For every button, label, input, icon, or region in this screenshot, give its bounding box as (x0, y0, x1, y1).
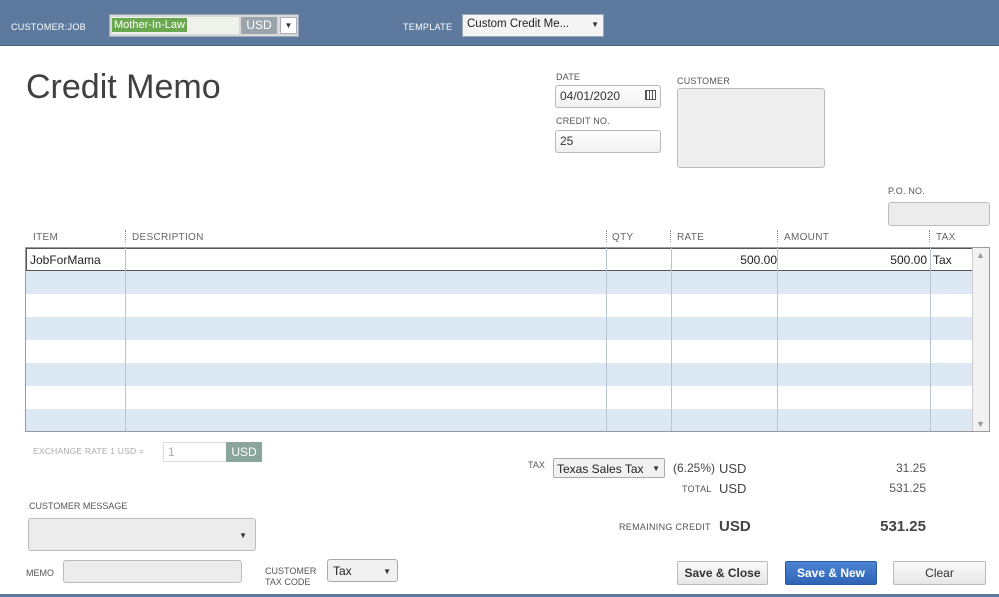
column-divider (671, 248, 672, 431)
column-divider (606, 248, 607, 431)
customer-message-label: CUSTOMER MESSAGE (29, 501, 128, 511)
customer-message-dropdown[interactable]: ▼ (28, 518, 256, 551)
tax-amount: 31.25 (895, 461, 926, 475)
column-separator[interactable] (125, 230, 126, 242)
table-row[interactable] (26, 363, 973, 386)
memo-label: MEMO (26, 568, 54, 578)
column-separator[interactable] (929, 230, 930, 242)
tax-currency: USD (719, 461, 747, 476)
currency-badge: USD (241, 17, 277, 34)
column-separator[interactable] (606, 230, 607, 242)
column-divider (930, 248, 931, 431)
column-header-amount[interactable]: AMOUNT (784, 232, 829, 243)
remaining-credit-amount: 531.25 (880, 518, 926, 535)
credit-no-label: CREDIT NO. (556, 116, 610, 126)
template-value: Custom Credit Me... (467, 18, 570, 30)
customer-job-value[interactable]: Mother-In-Law (112, 17, 239, 34)
remaining-currency: USD (719, 518, 751, 535)
column-header-tax[interactable]: TAX (936, 232, 956, 243)
page-title: Credit Memo (26, 68, 221, 106)
table-row[interactable] (26, 271, 973, 294)
column-header-rate[interactable]: RATE (677, 232, 704, 243)
tax-item-value: Texas Sales Tax (557, 462, 644, 476)
total-amount: 531.25 (889, 481, 926, 495)
chevron-down-icon[interactable]: ▼ (383, 567, 391, 576)
tax-item-dropdown[interactable]: Texas Sales Tax ▼ (553, 458, 665, 478)
date-field[interactable]: 04/01/2020 (555, 85, 661, 108)
credit-no-field[interactable]: 25 (555, 130, 661, 153)
scroll-down-icon[interactable]: ▼ (976, 419, 985, 429)
table-row[interactable] (26, 386, 973, 409)
line-items-table: JobForMama 500.00 500.00 Tax ▲ ▼ (25, 247, 990, 432)
exchange-rate-label: EXCHANGE RATE 1 USD = (33, 446, 145, 456)
column-header-qty[interactable]: QTY (612, 232, 633, 243)
table-row[interactable] (26, 340, 973, 363)
column-header-item[interactable]: ITEM (33, 232, 58, 243)
chevron-down-icon[interactable]: ▼ (280, 17, 297, 34)
top-toolbar: CUSTOMER:JOB Mother-In-Law USD ▼ TEMPLAT… (0, 0, 999, 46)
cell-rate[interactable]: 500.00 (607, 253, 777, 267)
customer-label: CUSTOMER (677, 76, 730, 86)
date-label: DATE (556, 72, 581, 82)
table-row[interactable] (26, 294, 973, 317)
table-row[interactable] (26, 409, 973, 431)
tax-label: TAX (528, 460, 545, 470)
table-row[interactable] (26, 317, 973, 340)
tax-rate: (6.25%) (673, 461, 716, 475)
customer-job-dropdown[interactable]: Mother-In-Law USD ▼ (109, 14, 299, 37)
column-divider (777, 248, 778, 431)
total-currency: USD (719, 481, 747, 496)
template-dropdown[interactable]: Custom Credit Me... ▼ (462, 14, 604, 37)
customer-job-label: CUSTOMER:JOB (11, 22, 86, 32)
scroll-up-icon[interactable]: ▲ (976, 250, 985, 260)
cell-item[interactable]: JobForMama (30, 253, 101, 267)
column-header-description[interactable]: DESCRIPTION (132, 232, 204, 243)
remaining-credit-label: REMAINING CREDIT (619, 522, 711, 532)
clear-button[interactable]: Clear (893, 561, 986, 585)
total-label: TOTAL (682, 484, 712, 494)
chevron-down-icon[interactable]: ▼ (591, 20, 599, 29)
cell-amount[interactable]: 500.00 (779, 253, 927, 267)
chevron-down-icon[interactable]: ▼ (652, 464, 660, 473)
customer-tax-code-value: Tax (333, 564, 352, 578)
customer-tax-code-label: CUSTOMER TAX CODE (265, 566, 317, 587)
memo-field[interactable] (63, 560, 242, 583)
column-separator[interactable] (670, 230, 671, 242)
table-row[interactable]: JobForMama 500.00 500.00 Tax (26, 248, 973, 271)
customer-address-box[interactable] (677, 88, 825, 168)
save-new-button[interactable]: Save & New (785, 561, 877, 585)
po-label: P.O. NO. (888, 186, 925, 196)
calendar-icon[interactable] (645, 90, 656, 100)
exchange-rate-field[interactable]: 1 (163, 442, 227, 462)
exchange-currency-badge: USD (226, 442, 262, 462)
save-close-button[interactable]: Save & Close (677, 561, 768, 585)
po-number-field[interactable] (888, 202, 990, 226)
column-separator[interactable] (777, 230, 778, 242)
chevron-down-icon[interactable]: ▼ (239, 531, 247, 540)
template-label: TEMPLATE (403, 22, 453, 32)
cell-tax[interactable]: Tax (933, 253, 952, 267)
vertical-scrollbar[interactable]: ▲ ▼ (972, 248, 989, 431)
customer-tax-code-dropdown[interactable]: Tax ▼ (327, 559, 398, 582)
column-divider (125, 248, 126, 431)
